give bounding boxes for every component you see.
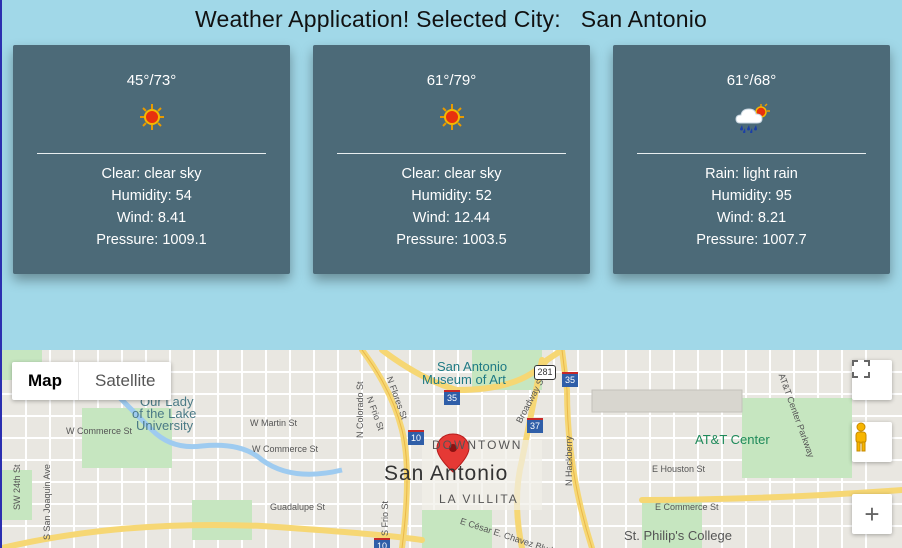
map-view[interactable]: San Antonio DOWNTOWN LA VILLITA San Anto… [2,350,902,548]
us-281-shield: 281 [534,365,556,380]
map-label-stphilip: St. Philip's College [624,528,732,543]
title-text: Weather Application! Selected City: [194,6,561,32]
pressure-value: Pressure: 1009.1 [96,232,207,248]
map-type-map-button[interactable]: Map [12,362,79,400]
interstate-35-shield: 35 [444,390,460,405]
map-label-downtown: DOWNTOWN [432,438,523,452]
pressure-value: Pressure: 1003.5 [396,232,507,248]
divider [337,153,566,154]
temperature-range: 61°/79° [426,72,477,89]
temperature-range: 45°/73° [126,72,177,89]
wind-value: Wind: 8.21 [716,210,787,226]
map-label-street: E Commerce St [655,502,719,512]
map-type-satellite-button[interactable]: Satellite [79,362,171,400]
map-label-street: S Frio St [380,500,390,536]
map-label-city: San Antonio [384,462,509,485]
zoom-in-button[interactable]: + [852,494,892,534]
map-type-control: Map Satellite [12,362,172,400]
divider [637,153,866,154]
map-label-street: SW 24th St [12,464,22,510]
weather-description: Rain: light rain [705,166,798,182]
map-label-att-center: AT&T Center [695,432,770,447]
weather-description: Clear: clear sky [101,166,202,182]
temperature-range: 61°/68° [726,72,777,89]
street-view-pegman-button[interactable] [852,422,892,462]
map-label-street: W Commerce St [66,426,133,436]
selected-city: San Antonio [580,6,708,32]
forecast-card-2: 61°/79° Clear: clear sky Humidity: 52 Wi… [313,45,590,274]
map-label-street: S San Joaquin Ave [42,464,52,540]
forecast-card-1: 45°/73° Clear: clear sky Humidity: 54 Wi… [13,45,290,274]
forecast-card-3: 61°/68° Rain: light rain Humidity: 95 Wi… [613,45,890,274]
sun-icon [439,104,464,130]
map-label-museum-line2: Museum of Art [422,372,506,387]
interstate-10-shield: 10 [408,430,424,445]
map-label-street: W Commerce St [252,444,319,454]
map-label-villita: LA VILLITA [439,492,519,506]
sun-icon [139,104,164,130]
interstate-37-shield: 37 [527,418,543,433]
humidity-value: Humidity: 54 [111,188,192,204]
page-title: Weather Application! Selected City: San A… [0,6,902,33]
pegman-icon [855,422,867,452]
wind-value: Wind: 12.44 [412,210,491,226]
weather-description: Clear: clear sky [401,166,502,182]
map-label-ourlady-line3: University [136,418,194,433]
map-label-street: W Martin St [250,418,298,428]
map-label-street: N Colorado St [355,381,365,438]
map-label-street: E Houston St [652,464,706,474]
interstate-10-shield: 10 [374,538,390,548]
pressure-value: Pressure: 1007.7 [696,232,807,248]
rain-cloud-sun-icon [734,103,770,133]
map-label-street: N Hackberry [564,435,574,486]
map-label-street: Guadalupe St [270,502,326,512]
fullscreen-button[interactable] [852,360,892,400]
fullscreen-icon [852,360,870,378]
humidity-value: Humidity: 95 [711,188,792,204]
wind-value: Wind: 8.41 [116,210,187,226]
humidity-value: Humidity: 52 [411,188,492,204]
divider [37,153,266,154]
interstate-35-shield: 35 [562,372,578,387]
